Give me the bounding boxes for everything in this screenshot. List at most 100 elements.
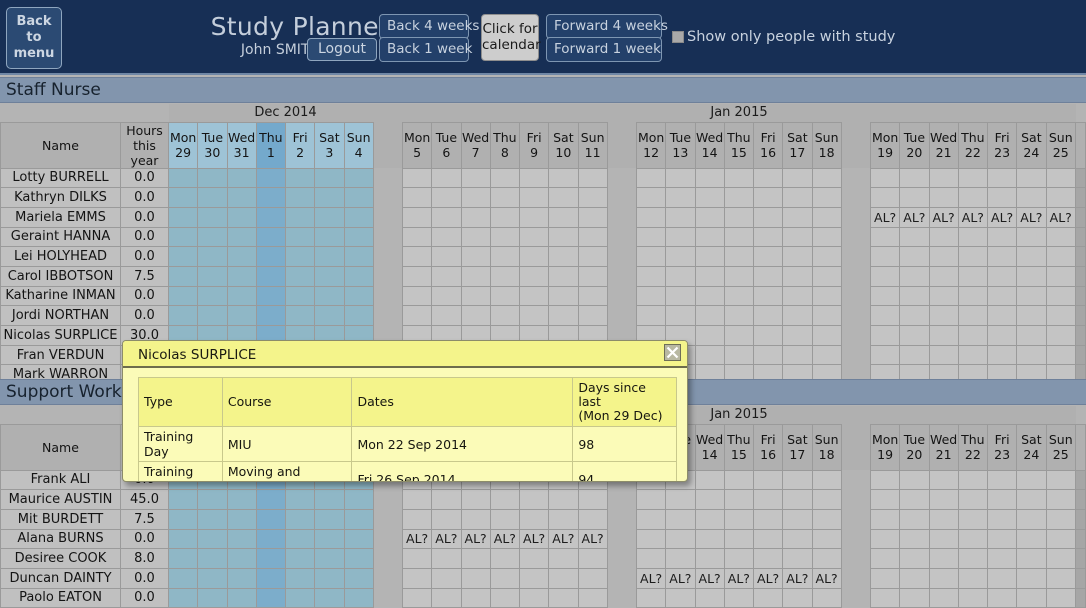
schedule-cell[interactable] (811, 265, 842, 287)
schedule-cell[interactable] (811, 285, 842, 307)
schedule-cell[interactable] (1016, 548, 1047, 569)
schedule-cell[interactable] (167, 167, 199, 189)
schedule-cell[interactable] (723, 528, 755, 550)
schedule-cell[interactable] (782, 548, 813, 569)
back-4-weeks-button[interactable]: Back 4 weeks (379, 14, 479, 39)
schedule-cell[interactable] (869, 528, 901, 550)
schedule-cell[interactable] (1016, 587, 1047, 608)
back-1-week-button[interactable]: Back 1 week (379, 37, 472, 62)
schedule-cell[interactable] (811, 187, 842, 208)
schedule-cell[interactable] (694, 305, 725, 326)
schedule-cell[interactable] (401, 548, 433, 569)
schedule-cell[interactable] (1045, 187, 1076, 208)
schedule-cell[interactable] (460, 548, 491, 569)
schedule-cell[interactable] (226, 187, 257, 208)
schedule-cell[interactable] (167, 265, 199, 287)
schedule-cell[interactable] (928, 528, 959, 550)
day-header-fri-23[interactable]: Fri 23 (986, 121, 1018, 169)
schedule-cell[interactable] (899, 469, 930, 491)
day-header-tue-20[interactable]: Tue 20 (899, 423, 930, 471)
schedule-cell[interactable] (752, 469, 784, 491)
schedule-cell[interactable] (782, 489, 813, 510)
schedule-cell[interactable] (460, 187, 491, 208)
schedule-cell[interactable] (548, 187, 579, 208)
schedule-cell[interactable] (343, 508, 374, 530)
day-header-sat-24[interactable]: Sat 24 (1016, 423, 1047, 471)
schedule-cell[interactable] (226, 167, 257, 189)
day-header-sun-11[interactable]: Sun11 (577, 121, 608, 169)
schedule-cell[interactable] (752, 528, 784, 550)
schedule-cell[interactable] (431, 508, 462, 530)
schedule-cell[interactable] (665, 167, 696, 189)
schedule-cell[interactable] (489, 246, 521, 267)
schedule-cell[interactable] (197, 548, 228, 569)
schedule-cell[interactable] (284, 226, 316, 248)
grid-right-edge[interactable] (1075, 226, 1086, 248)
forward-4-weeks-button[interactable]: Forward 4 weeks (546, 14, 668, 39)
schedule-cell[interactable] (1016, 508, 1047, 530)
schedule-cell[interactable] (723, 325, 755, 346)
person-name[interactable]: Maurice AUSTIN (0, 489, 121, 510)
schedule-cell[interactable] (518, 246, 550, 267)
schedule-cell[interactable] (957, 285, 989, 307)
schedule-cell[interactable] (723, 489, 755, 510)
schedule-cell[interactable] (431, 226, 462, 248)
schedule-cell[interactable] (343, 246, 374, 267)
schedule-cell[interactable] (635, 226, 667, 248)
schedule-cell[interactable] (226, 226, 257, 248)
schedule-cell[interactable] (782, 528, 813, 550)
schedule-cell[interactable] (635, 187, 667, 208)
schedule-cell[interactable] (635, 587, 667, 608)
schedule-cell[interactable] (284, 548, 316, 569)
schedule-cell[interactable] (548, 285, 579, 307)
day-header-tue-13[interactable]: Tue13 (665, 121, 696, 169)
schedule-cell[interactable] (928, 325, 959, 346)
schedule-cell[interactable] (1045, 489, 1076, 510)
schedule-cell[interactable] (343, 285, 374, 307)
schedule-cell[interactable] (343, 489, 374, 510)
schedule-cell[interactable] (694, 325, 725, 346)
schedule-cell[interactable]: AL? (986, 206, 1018, 228)
schedule-cell[interactable] (431, 587, 462, 608)
day-header-mon-19[interactable]: Mon 19 (869, 423, 901, 471)
schedule-cell[interactable] (167, 489, 199, 510)
schedule-cell[interactable] (343, 528, 374, 550)
schedule-cell[interactable] (957, 265, 989, 287)
forward-1-week-button[interactable]: Forward 1 week (546, 37, 662, 62)
schedule-cell[interactable] (957, 567, 989, 589)
schedule-cell[interactable] (255, 206, 287, 228)
schedule-cell[interactable] (694, 226, 725, 248)
grid-right-edge[interactable] (1075, 305, 1086, 326)
schedule-cell[interactable] (635, 285, 667, 307)
schedule-cell[interactable] (226, 246, 257, 267)
schedule-cell[interactable] (723, 305, 755, 326)
grid-right-edge[interactable] (1075, 187, 1086, 208)
day-header-thu-15[interactable]: Thu 15 (723, 423, 755, 471)
schedule-cell[interactable] (928, 187, 959, 208)
schedule-cell[interactable] (723, 246, 755, 267)
schedule-cell[interactable] (665, 246, 696, 267)
schedule-cell[interactable] (343, 265, 374, 287)
schedule-cell[interactable] (197, 226, 228, 248)
schedule-cell[interactable]: AL? (489, 528, 521, 550)
schedule-cell[interactable] (284, 528, 316, 550)
schedule-cell[interactable] (1016, 305, 1047, 326)
schedule-cell[interactable] (489, 548, 521, 569)
schedule-cell[interactable] (782, 469, 813, 491)
schedule-cell[interactable] (577, 567, 608, 589)
schedule-cell[interactable] (694, 285, 725, 307)
schedule-cell[interactable]: AL? (548, 528, 579, 550)
schedule-cell[interactable] (1045, 548, 1076, 569)
schedule-cell[interactable] (723, 206, 755, 228)
schedule-cell[interactable] (314, 587, 345, 608)
schedule-cell[interactable] (957, 469, 989, 491)
schedule-cell[interactable] (577, 587, 608, 608)
schedule-cell[interactable] (1045, 285, 1076, 307)
schedule-cell[interactable] (431, 206, 462, 228)
schedule-cell[interactable] (665, 265, 696, 287)
schedule-cell[interactable] (197, 167, 228, 189)
day-header-wed-21[interactable]: Wed 21 (928, 121, 959, 169)
day-header-wed-21[interactable]: Wed 21 (928, 423, 959, 471)
schedule-cell[interactable] (226, 285, 257, 307)
grid-right-edge[interactable] (1075, 167, 1086, 189)
